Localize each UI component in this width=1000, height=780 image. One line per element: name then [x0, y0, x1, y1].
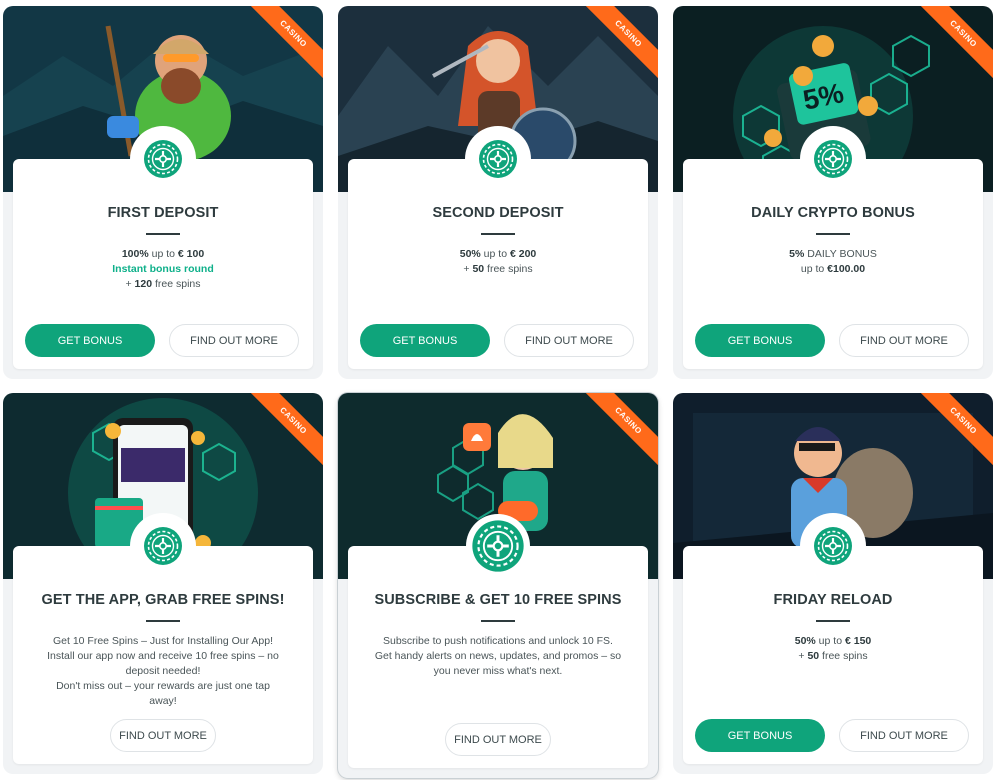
divider — [146, 620, 180, 622]
roulette-logo-icon — [465, 126, 531, 192]
find-out-more-button[interactable]: FIND OUT MORE — [445, 723, 551, 756]
card-title: SUBSCRIBE & GET 10 FREE SPINS — [374, 592, 622, 608]
find-out-more-button[interactable]: FIND OUT MORE — [839, 719, 969, 752]
roulette-logo-icon — [466, 514, 530, 578]
promo-card-subscribe: CASINO SUBSCRIBE & GET 10 FREE SPINS Sub… — [338, 393, 658, 778]
card-title: DAILY CRYPTO BONUS — [751, 205, 915, 221]
card-description: 50% up to € 200 + 50 free spins — [459, 248, 537, 275]
card-body: FRIDAY RELOAD 50% up to € 150 + 50 free … — [683, 513, 983, 764]
promo-card-daily-crypto: 5% CASINO DAILY CRYPTO BONUS 5% DAILY BO… — [673, 6, 993, 379]
card-title: FRIDAY RELOAD — [773, 592, 893, 608]
card-body: GET THE APP, GRAB FREE SPINS! Get 10 Fre… — [13, 513, 313, 764]
card-body: FIRST DEPOSIT 100% up to € 100 Instant b… — [13, 126, 313, 369]
card-title: GET THE APP, GRAB FREE SPINS! — [41, 592, 285, 608]
card-description: Get 10 Free Spins – Just for Installing … — [47, 635, 279, 707]
card-description: 100% up to € 100 Instant bonus round + 1… — [112, 248, 214, 290]
find-out-more-button[interactable]: FIND OUT MORE — [169, 324, 299, 357]
find-out-more-button[interactable]: FIND OUT MORE — [504, 324, 634, 357]
roulette-logo-icon — [800, 126, 866, 192]
divider — [481, 233, 515, 235]
card-body: SECOND DEPOSIT 50% up to € 200 + 50 free… — [348, 126, 648, 369]
card-description: 5% DAILY BONUS up to €100.00 — [789, 248, 877, 275]
divider — [816, 233, 850, 235]
get-bonus-button[interactable]: GET BONUS — [360, 324, 490, 357]
card-body: DAILY CRYPTO BONUS 5% DAILY BONUS up to … — [683, 126, 983, 369]
divider — [146, 233, 180, 235]
get-bonus-button[interactable]: GET BONUS — [695, 719, 825, 752]
roulette-logo-icon — [130, 126, 196, 192]
promo-card-get-the-app: CASINO GET THE APP, GRAB FREE SPINS! Get… — [3, 393, 323, 774]
get-bonus-button[interactable]: GET BONUS — [695, 324, 825, 357]
roulette-logo-icon — [130, 513, 196, 579]
roulette-logo-icon — [800, 513, 866, 579]
card-description: 50% up to € 150 + 50 free spins — [794, 635, 872, 662]
find-out-more-button[interactable]: FIND OUT MORE — [839, 324, 969, 357]
promo-card-friday-reload: CASINO FRIDAY RELOAD 50% up to € 150 + 5… — [673, 393, 993, 774]
card-title: SECOND DEPOSIT — [432, 205, 564, 221]
promo-card-second-deposit: CASINO SECOND DEPOSIT 50% up to € 200 + … — [338, 6, 658, 379]
divider — [481, 620, 515, 622]
card-title: FIRST DEPOSIT — [107, 205, 219, 221]
find-out-more-button[interactable]: FIND OUT MORE — [110, 719, 216, 752]
divider — [816, 620, 850, 622]
get-bonus-button[interactable]: GET BONUS — [25, 324, 155, 357]
card-description: Subscribe to push notifications and unlo… — [374, 635, 622, 677]
card-body: SUBSCRIBE & GET 10 FREE SPINS Subscribe … — [348, 514, 648, 768]
promo-card-first-deposit: CASINO FIRST DEPOSIT 100% up to € 100 In… — [3, 6, 323, 379]
